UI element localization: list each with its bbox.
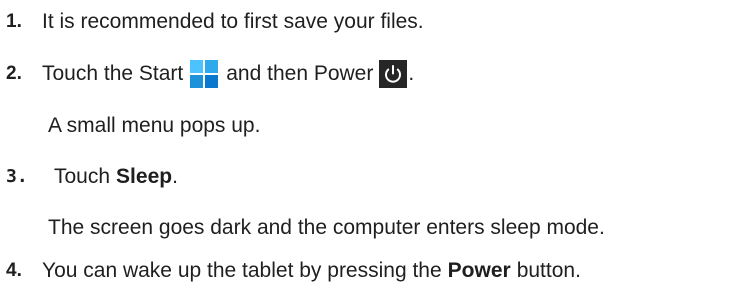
- step-keyword: Sleep: [116, 165, 173, 188]
- windows-start-icon: [190, 60, 219, 88]
- step-text: Touch: [54, 165, 111, 188]
- step-number: 4.: [6, 260, 22, 281]
- step-2-result: A small menu pops up.: [0, 114, 260, 138]
- step-number: 2.: [6, 63, 22, 84]
- step-3-result: The screen goes dark and the computer en…: [0, 216, 605, 240]
- step-3: 3. Touch Sleep .: [0, 165, 178, 189]
- step-result-text: A small menu pops up.: [48, 114, 261, 137]
- step-number: 1.: [6, 11, 22, 32]
- step-result-text: The screen goes dark and the computer en…: [48, 216, 605, 239]
- step-1: 1. It is recommended to first save your …: [0, 10, 424, 34]
- step-keyword: Power: [447, 259, 511, 282]
- step-4: 4. You can wake up the tablet by pressin…: [0, 259, 581, 283]
- step-text: button.: [516, 259, 581, 282]
- step-text: .: [408, 62, 415, 85]
- power-icon: [379, 60, 408, 88]
- step-number: 3.: [6, 166, 28, 187]
- step-text: You can wake up the tablet by pressing t…: [42, 259, 442, 282]
- step-text: It is recommended to first save your fil…: [42, 10, 424, 33]
- step-text: .: [172, 165, 178, 188]
- step-text: and then Power: [226, 62, 374, 85]
- step-2: 2. Touch the Start and then Power .: [0, 60, 415, 88]
- step-text: Touch the Start: [42, 62, 184, 85]
